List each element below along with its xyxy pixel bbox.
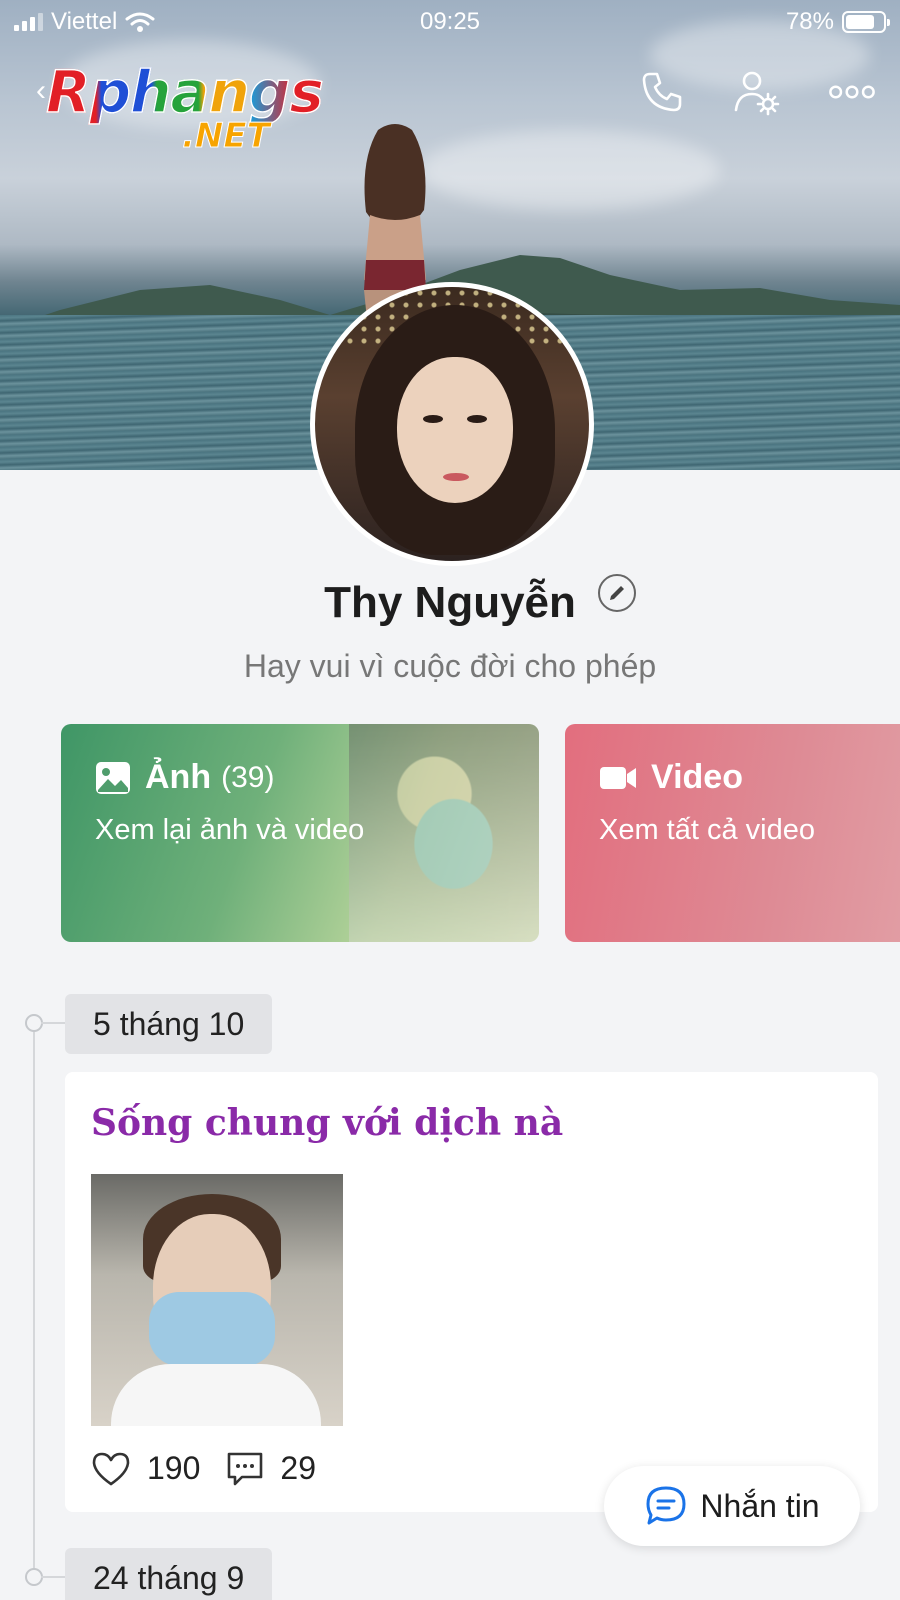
user-settings-icon bbox=[734, 71, 780, 116]
timeline-date: 5 tháng 10 bbox=[65, 994, 273, 1054]
photos-count: (39) bbox=[221, 760, 275, 794]
timeline-date: 24 tháng 9 bbox=[65, 1548, 273, 1600]
comment-count: 29 bbox=[280, 1450, 316, 1486]
battery-percent: 78% bbox=[785, 8, 834, 35]
status-bar: Viettel 09:25 78% bbox=[0, 0, 900, 44]
videos-card[interactable]: Video Xem tất cả video bbox=[565, 724, 900, 942]
call-button[interactable] bbox=[638, 68, 686, 116]
post-title: Sống chung với dịch nà bbox=[91, 1102, 564, 1144]
post-photo[interactable] bbox=[91, 1174, 343, 1426]
watermark-logo: Rphangs .NET bbox=[45, 57, 324, 156]
photos-card-subtitle: Xem lại ảnh và video bbox=[95, 814, 365, 846]
profile-name-row: Thy Nguyễn bbox=[0, 578, 900, 628]
videos-card-title: Video bbox=[599, 758, 743, 797]
message-button-label: Nhắn tin bbox=[700, 1487, 820, 1524]
comment-icon bbox=[228, 1452, 263, 1485]
post-actions: 190 29 bbox=[91, 1450, 342, 1487]
chat-bubble-icon bbox=[646, 1486, 686, 1525]
comment-button[interactable]: 29 bbox=[226, 1450, 316, 1487]
pencil-icon bbox=[610, 586, 624, 600]
profile-name: Thy Nguyễn bbox=[324, 578, 576, 627]
timeline-dot bbox=[25, 1568, 65, 1586]
avatar[interactable] bbox=[310, 282, 594, 566]
image-icon bbox=[96, 761, 130, 794]
profile-screen: Viettel 09:25 78% ‹ Rphangs .NET Thy Ngu… bbox=[0, 0, 900, 1600]
heart-icon bbox=[92, 1452, 130, 1485]
more-icon bbox=[829, 85, 875, 99]
like-count: 190 bbox=[147, 1450, 201, 1486]
photos-card-thumbnail bbox=[349, 724, 539, 942]
battery-icon bbox=[842, 11, 890, 33]
timeline-dot bbox=[25, 1014, 65, 1032]
more-button[interactable] bbox=[828, 68, 876, 116]
profile-status: Hay vui vì cuộc đời cho phép bbox=[243, 648, 657, 684]
clock: 09:25 bbox=[419, 8, 481, 35]
videos-card-subtitle: Xem tất cả video bbox=[599, 814, 815, 846]
profile-settings-button[interactable] bbox=[732, 68, 780, 116]
like-button[interactable]: 190 bbox=[91, 1450, 200, 1487]
photos-card[interactable]: Ảnh (39) Xem lại ảnh và video bbox=[61, 724, 539, 942]
phone-icon bbox=[642, 72, 682, 112]
photos-card-title: Ảnh (39) bbox=[95, 758, 274, 797]
battery-indicator: 78% bbox=[785, 8, 890, 36]
video-camera-icon bbox=[600, 766, 636, 789]
message-button[interactable]: Nhắn tin bbox=[604, 1466, 860, 1546]
edit-name-button[interactable] bbox=[598, 574, 636, 612]
timeline-post[interactable]: Sống chung với dịch nà 190 29 bbox=[65, 1072, 878, 1512]
timeline-line bbox=[33, 1022, 35, 1582]
